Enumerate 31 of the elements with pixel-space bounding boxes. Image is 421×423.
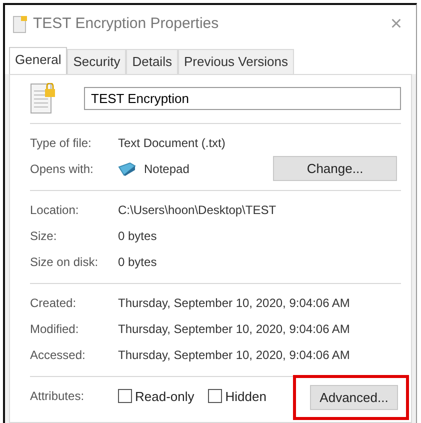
field-value: C:\Users\hoon\Desktop\TEST <box>118 202 276 218</box>
field-value: Notepad <box>144 160 190 178</box>
tab[interactable]: General <box>9 47 68 74</box>
checkbox[interactable] <box>118 389 132 404</box>
field-value: 0 bytes <box>118 254 157 270</box>
window-title: TEST Encryption Properties <box>33 14 220 34</box>
field-label: Modified: <box>30 320 80 338</box>
tab[interactable]: Previous Versions <box>178 49 294 74</box>
field-label: Attributes: <box>30 388 86 406</box>
field-label: Location: <box>30 202 80 218</box>
field-label: Opens with: <box>30 160 94 178</box>
locked-document-icon <box>30 82 56 114</box>
tab[interactable]: Details <box>126 49 178 74</box>
advanced-button[interactable]: Advanced... <box>310 384 398 410</box>
field-value: Text Document (.txt) <box>118 134 226 152</box>
field-label: Size on disk: <box>30 254 100 270</box>
checkbox[interactable] <box>208 389 222 404</box>
field-label: Size: <box>30 228 58 244</box>
document-icon <box>13 16 27 32</box>
field-value: Thursday, September 10, 2020, 9:04:06 AM <box>118 320 350 338</box>
field-value: 0 bytes <box>118 228 157 244</box>
field-value: Thursday, September 10, 2020, 9:04:06 AM <box>118 346 350 364</box>
field-value: Thursday, September 10, 2020, 9:04:06 AM <box>118 294 350 312</box>
field-label: Type of file: <box>30 134 92 152</box>
tab[interactable]: Security <box>67 49 126 74</box>
change-button[interactable]: Change... <box>273 156 397 182</box>
name-field[interactable]: TEST Encryption <box>84 87 401 110</box>
checkbox-label: Read-only <box>135 388 194 406</box>
field-label: Created: <box>30 294 78 312</box>
field-label: Accessed: <box>30 346 86 364</box>
checkbox-label: Hidden <box>225 388 266 406</box>
